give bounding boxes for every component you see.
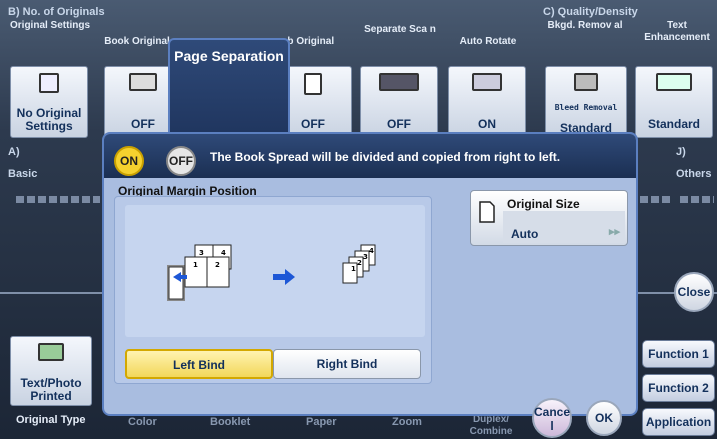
- ok-button[interactable]: OK: [586, 400, 622, 436]
- page-icon: [479, 201, 495, 223]
- function-1-tab[interactable]: Function 1: [642, 340, 715, 368]
- svg-text:3: 3: [363, 253, 368, 261]
- col-bkgd-removal: Bkgd. Remov al: [547, 20, 623, 31]
- separate-scan-tile[interactable]: OFF: [360, 66, 438, 138]
- svg-text:1: 1: [351, 265, 356, 273]
- forward-icon: ▸▸: [609, 226, 621, 238]
- auto-rotate-tile[interactable]: ON: [448, 66, 526, 138]
- tab-original-icon: [304, 73, 322, 95]
- close-button[interactable]: Close: [674, 272, 714, 312]
- original-size-button[interactable]: Original Size Auto ▸▸: [470, 190, 628, 246]
- svg-text:2: 2: [357, 259, 362, 267]
- section-j-label: J): [676, 146, 686, 158]
- col-text-enhancement: Text Enhancement: [644, 20, 710, 43]
- bkgd-removal-icon: [574, 73, 598, 91]
- function-2-tab[interactable]: Function 2: [642, 374, 715, 402]
- original-size-value: Auto: [511, 227, 539, 241]
- others-scroll-indicator: [680, 196, 714, 203]
- dialog-message: The Book Spread will be divided and copi…: [210, 150, 561, 164]
- margin-preview: 3 4 1 2 4 3 2 1: [125, 205, 425, 337]
- section-a-sub: Basic: [8, 168, 38, 180]
- booklet-label: Booklet: [210, 416, 251, 428]
- margin-panel: 3 4 1 2 4 3 2 1 Left Bind Right Bind: [114, 196, 432, 384]
- basic-scroll-indicator: [16, 196, 100, 203]
- tile-label: No Original Settings: [16, 106, 82, 133]
- svg-text:3: 3: [199, 249, 204, 257]
- text-photo-tile[interactable]: Text/Photo Printed: [10, 336, 92, 406]
- col-auto-rotate: Auto Rotate: [459, 36, 517, 47]
- text-enhancement-tile[interactable]: Standard: [635, 66, 713, 138]
- book-spread-diagram-icon: 3 4 1 2 4 3 2 1: [167, 244, 376, 301]
- svg-text:4: 4: [369, 247, 374, 255]
- off-toggle[interactable]: OFF: [166, 146, 196, 176]
- cancel-button[interactable]: Cance l: [532, 398, 572, 438]
- document-icon: [39, 73, 59, 93]
- tile-label: ON: [478, 117, 496, 131]
- col-separate-scan: Separate Sca n: [364, 24, 436, 35]
- on-toggle[interactable]: ON: [114, 146, 144, 176]
- section-b-label: B) No. of Originals: [8, 6, 105, 18]
- book-icon: [129, 73, 157, 91]
- svg-text:2: 2: [215, 261, 220, 269]
- color-label: Color: [128, 416, 157, 428]
- left-bind-button[interactable]: Left Bind: [125, 349, 273, 379]
- duplex-combine-label: Duplex/ Combine: [469, 414, 513, 437]
- original-type-label: Original Type: [16, 414, 86, 426]
- zoom-label: Zoom: [392, 416, 422, 428]
- tile-label: Text/Photo Printed: [20, 376, 82, 403]
- right-bind-button[interactable]: Right Bind: [273, 349, 421, 379]
- svg-text:4: 4: [221, 249, 226, 257]
- tile-label: OFF: [387, 117, 411, 131]
- scroll-indicator: [640, 196, 670, 203]
- text-enhancement-icon: [656, 73, 692, 91]
- tile-label: Standard: [647, 117, 700, 131]
- section-a-label: A): [8, 146, 20, 158]
- divider: [0, 292, 102, 294]
- col-original-settings: Original Settings: [10, 20, 91, 31]
- bleed-removal-label: Bleed Removal: [554, 103, 618, 112]
- text-photo-icon: [38, 343, 64, 361]
- svg-text:1: 1: [193, 261, 198, 269]
- no-original-settings-tile[interactable]: No Original Settings: [10, 66, 88, 138]
- section-c-label: C) Quality/Density: [543, 6, 638, 18]
- bkgd-removal-tile[interactable]: Bleed Removal Standard: [545, 66, 627, 138]
- section-j-sub: Others: [676, 168, 712, 180]
- col-book-original: Book Original: [104, 36, 170, 47]
- dialog-title: Page Separation: [174, 48, 284, 64]
- application-tab[interactable]: Application: [642, 408, 715, 436]
- paper-label: Paper: [306, 416, 337, 428]
- dialog-title-tab: Page Separation: [168, 38, 290, 138]
- page-separation-dialog: ON OFF The Book Spread will be divided a…: [102, 132, 638, 416]
- auto-rotate-icon: [472, 73, 502, 91]
- original-size-label: Original Size: [507, 197, 580, 211]
- separate-scan-icon: [379, 73, 419, 91]
